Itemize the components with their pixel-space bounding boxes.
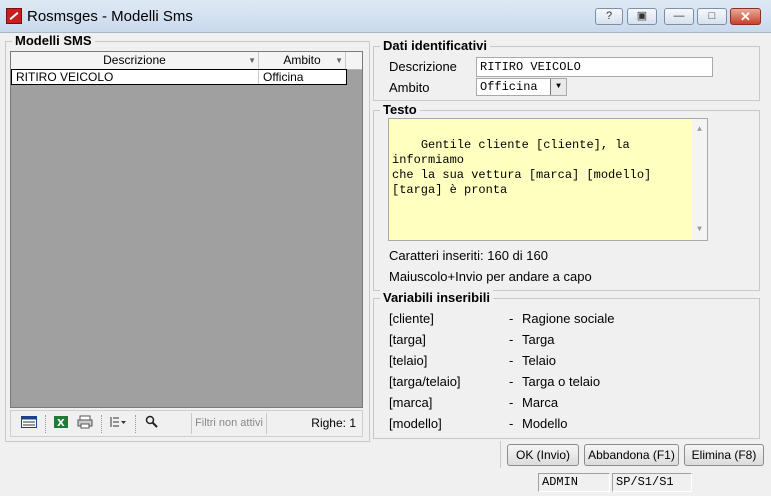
modelli-sms-title: Modelli SMS bbox=[12, 33, 95, 48]
status-code: SP/S1/S1 bbox=[612, 473, 692, 492]
svg-text:X: X bbox=[57, 418, 65, 429]
divider bbox=[135, 415, 137, 433]
tools-icon[interactable]: ▣ bbox=[627, 8, 657, 25]
variable-dash: - bbox=[509, 416, 514, 431]
variable-description: Telaio bbox=[522, 353, 556, 368]
elimina-button[interactable]: Elimina (F8) bbox=[684, 444, 764, 466]
divider bbox=[101, 415, 103, 433]
variabili-title: Variabili inseribili bbox=[380, 290, 493, 305]
descrizione-field[interactable]: RITIRO VEICOLO bbox=[476, 57, 713, 77]
testo-title: Testo bbox=[380, 102, 420, 117]
column-descrizione[interactable]: Descrizione ▼ bbox=[11, 52, 259, 69]
scroll-up-icon[interactable]: ▲ bbox=[692, 122, 707, 137]
ok-button[interactable]: OK (Invio) bbox=[507, 444, 579, 466]
variable-name: [targa/telaio] bbox=[389, 374, 461, 389]
help-icon[interactable]: ? bbox=[595, 8, 623, 25]
main-window: Rosmsges - Modelli Sms ? ▣ — □ ✕ Modelli… bbox=[0, 0, 771, 496]
close-button[interactable]: ✕ bbox=[730, 8, 761, 25]
grid-header: Descrizione ▼ Ambito ▼ bbox=[11, 52, 362, 70]
chevron-down-icon[interactable]: ▼ bbox=[248, 52, 256, 69]
row-count: Righe: 1 bbox=[311, 416, 356, 430]
column-ambito-label: Ambito bbox=[283, 53, 321, 67]
excel-icon[interactable]: X bbox=[51, 415, 71, 433]
ambito-select-value: Officina bbox=[480, 80, 538, 94]
columns-menu-icon[interactable] bbox=[108, 415, 128, 433]
variable-dash: - bbox=[509, 395, 514, 410]
sms-text-content: Gentile cliente [cliente], la informiamo… bbox=[392, 138, 652, 197]
variable-dash: - bbox=[509, 374, 514, 389]
descrizione-label: Descrizione bbox=[389, 59, 457, 74]
variable-dash: - bbox=[509, 332, 514, 347]
grid-view-icon[interactable] bbox=[19, 415, 39, 433]
divider bbox=[500, 441, 502, 468]
variable-dash: - bbox=[509, 353, 514, 368]
variable-name: [targa] bbox=[389, 332, 426, 347]
text-scrollbar[interactable]: ▲ ▼ bbox=[692, 119, 707, 240]
abbandona-button[interactable]: Abbandona (F1) bbox=[584, 444, 679, 466]
window-title: Rosmsges - Modelli Sms bbox=[27, 8, 193, 25]
column-descrizione-label: Descrizione bbox=[103, 53, 166, 67]
maximize-button[interactable]: □ bbox=[697, 8, 727, 25]
minimize-button[interactable]: — bbox=[664, 8, 694, 25]
sms-text-area[interactable]: Gentile cliente [cliente], la informiamo… bbox=[388, 118, 708, 241]
print-icon[interactable] bbox=[75, 415, 95, 433]
grid-toolbar: X Filtri non attivi Righe: 1 bbox=[10, 410, 363, 437]
app-icon bbox=[6, 8, 22, 24]
table-row[interactable]: RITIRO VEICOLO Officina bbox=[11, 69, 347, 85]
modelli-grid[interactable]: Descrizione ▼ Ambito ▼ RITIRO VEICOLO Of… bbox=[10, 51, 363, 408]
variable-name: [marca] bbox=[389, 395, 433, 410]
variable-description: Ragione sociale bbox=[522, 311, 615, 326]
variable-description: Targa bbox=[522, 332, 555, 347]
search-icon[interactable] bbox=[142, 415, 162, 433]
newline-hint: Maiuscolo+Invio per andare a capo bbox=[389, 269, 592, 284]
status-user: ADMIN bbox=[538, 473, 610, 492]
scroll-down-icon[interactable]: ▼ bbox=[692, 222, 707, 237]
ambito-label: Ambito bbox=[389, 80, 430, 95]
variable-description: Targa o telaio bbox=[522, 374, 601, 389]
cell-descrizione: RITIRO VEICOLO bbox=[12, 70, 259, 84]
variable-description: Modello bbox=[522, 416, 568, 431]
divider bbox=[45, 415, 47, 433]
filter-status: Filtri non attivi bbox=[191, 413, 267, 434]
chevron-down-icon[interactable]: ▼ bbox=[550, 79, 566, 95]
variable-dash: - bbox=[509, 311, 514, 326]
variable-description: Marca bbox=[522, 395, 559, 410]
variable-name: [cliente] bbox=[389, 311, 434, 326]
chevron-down-icon[interactable]: ▼ bbox=[335, 52, 343, 69]
column-ambito[interactable]: Ambito ▼ bbox=[259, 52, 346, 69]
variable-name: [modello] bbox=[389, 416, 442, 431]
ambito-select[interactable]: Officina ▼ bbox=[476, 78, 567, 96]
char-count: Caratteri inseriti: 160 di 160 bbox=[389, 248, 548, 263]
dati-identificativi-title: Dati identificativi bbox=[380, 38, 491, 53]
variable-name: [telaio] bbox=[389, 353, 428, 368]
cell-ambito: Officina bbox=[263, 70, 304, 84]
status-bar: ADMIN SP/S1/S1 bbox=[0, 471, 771, 496]
title-bar: Rosmsges - Modelli Sms ? ▣ — □ ✕ bbox=[0, 0, 771, 33]
